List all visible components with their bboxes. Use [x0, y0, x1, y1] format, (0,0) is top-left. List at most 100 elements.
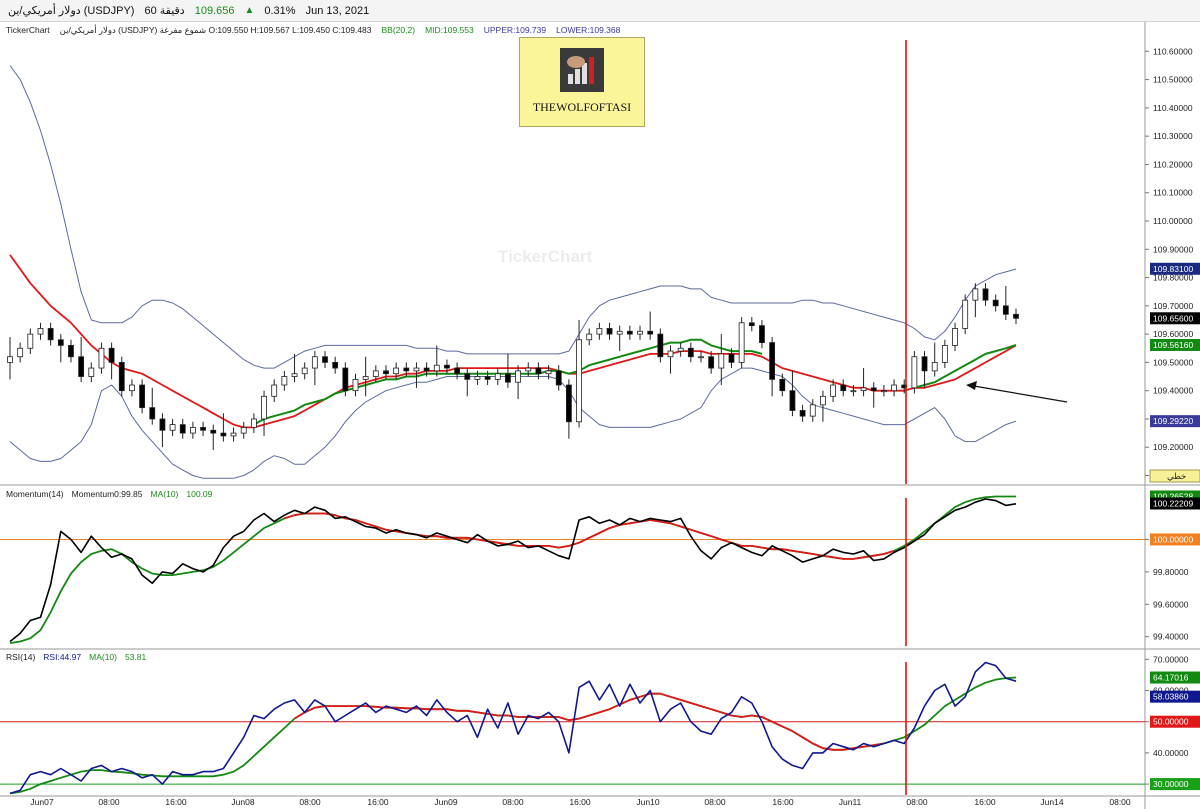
- candle-bull: [576, 339, 582, 423]
- x-tick-label: 08:00: [98, 797, 120, 807]
- y-tick-label: 110.50000: [1153, 75, 1193, 85]
- y-tick-label: 99.60000: [1153, 599, 1189, 609]
- y-tick-label: 40.00000: [1153, 748, 1189, 758]
- y-tick-label: 110.30000: [1153, 131, 1193, 141]
- y-tick-label: 109.20000: [1153, 442, 1193, 452]
- candle-bull: [850, 390, 857, 393]
- candle-bull: [7, 356, 13, 363]
- candle-bull: [230, 432, 237, 437]
- candle-bear: [728, 353, 735, 363]
- annotation-arrow: [973, 385, 1068, 403]
- candle-bull: [820, 395, 826, 406]
- candle-bear: [342, 367, 349, 392]
- price-tag-label: 58.03860: [1153, 692, 1189, 702]
- candle-bull: [301, 367, 308, 375]
- momentum-ma-value: 100.09: [186, 489, 213, 499]
- candle-bull: [372, 370, 379, 377]
- candle-bear: [210, 429, 217, 434]
- x-tick-label: Jun11: [839, 797, 862, 807]
- candle-bull: [291, 373, 298, 377]
- candle-bear: [748, 322, 755, 327]
- candle-bear: [108, 347, 115, 363]
- candle-bull: [596, 328, 603, 335]
- candle-bull: [809, 404, 816, 417]
- candle-bull: [545, 370, 552, 375]
- candle-bull: [240, 427, 247, 434]
- candle-bull: [190, 427, 196, 434]
- candle-bull: [952, 328, 958, 346]
- candle-bear: [383, 370, 389, 375]
- candle-bear: [505, 373, 511, 383]
- momentum-legend: Momentum(14) Momentum0:99.85 MA(10) 100.…: [6, 489, 212, 499]
- candle-bear: [57, 339, 64, 346]
- price-tag-label: 109.29220: [1153, 416, 1193, 426]
- candle-bull: [515, 370, 521, 383]
- candle-bull: [261, 395, 267, 420]
- annotation-arrow-head: [966, 381, 977, 390]
- momentum-ma-line: [9, 495, 1016, 644]
- y-tick-label: 110.10000: [1153, 188, 1193, 198]
- candle-bull: [891, 384, 897, 392]
- momentum-ma-red-line: [284, 512, 895, 560]
- x-tick-label: 08:00: [1109, 797, 1131, 807]
- candle-bull: [667, 350, 674, 358]
- rsi-ma-line: [9, 676, 1017, 795]
- candle-bull: [433, 364, 440, 372]
- y-tick-label: 70.00000: [1153, 654, 1189, 664]
- candle-bear: [565, 384, 572, 423]
- candle-bear: [606, 328, 613, 335]
- candle-bull: [962, 299, 969, 329]
- x-tick-label: 16:00: [165, 797, 187, 807]
- candle-bear: [657, 333, 664, 358]
- line-type-label: خطي: [1167, 471, 1186, 481]
- candle-bear: [403, 367, 410, 372]
- x-tick-label: 08:00: [502, 797, 524, 807]
- price-tag-label: 50.00000: [1153, 717, 1189, 727]
- price-tag-label: 109.65600: [1153, 313, 1193, 323]
- candle-bull: [525, 367, 532, 372]
- candle-bear: [626, 330, 633, 335]
- candle-bear: [118, 361, 125, 392]
- x-tick-label: Jun07: [30, 797, 53, 807]
- x-tick-label: 16:00: [569, 797, 591, 807]
- chart-watermark: TickerChart: [498, 247, 593, 266]
- candle-bull: [37, 328, 44, 335]
- y-tick-label: 109.70000: [1153, 301, 1193, 311]
- x-tick-label: Jun08: [231, 797, 254, 807]
- rsi-value: RSI:44.97: [43, 652, 82, 662]
- candle-bull: [972, 288, 979, 301]
- candle-bear: [992, 299, 999, 307]
- price-tag-label: 109.56160: [1153, 340, 1193, 350]
- y-tick-label: 109.90000: [1153, 244, 1193, 254]
- candle-bear: [687, 347, 694, 358]
- candle-bear: [179, 424, 186, 434]
- candle-bear: [779, 378, 786, 392]
- candle-bull: [98, 347, 105, 369]
- candle-bull: [271, 384, 278, 397]
- candle-bear: [454, 367, 461, 375]
- candle-bull: [830, 384, 836, 397]
- candle-bull: [941, 345, 948, 363]
- candle-bull: [169, 424, 176, 431]
- candle-bull: [586, 333, 593, 341]
- x-tick-label: Jun09: [434, 797, 457, 807]
- candle-bear: [921, 356, 928, 372]
- candle-bull: [931, 361, 938, 372]
- candle-bear: [444, 364, 450, 369]
- momentum-name[interactable]: Momentum(14): [6, 489, 64, 499]
- x-tick-label: 08:00: [906, 797, 928, 807]
- rsi-name[interactable]: RSI(14): [6, 652, 35, 662]
- x-tick-label: 16:00: [772, 797, 794, 807]
- candle-bull: [281, 376, 288, 386]
- momentum-value: Momentum0:99.85: [71, 489, 143, 499]
- candle-bull: [616, 330, 623, 335]
- candle-bull: [911, 356, 918, 389]
- candle-bull: [129, 384, 135, 392]
- y-tick-label: 110.60000: [1153, 46, 1193, 56]
- candle-bear: [535, 367, 542, 375]
- candle-bear: [484, 376, 491, 380]
- momentum-ma-label: MA(10): [150, 489, 179, 499]
- candle-bull: [860, 387, 867, 392]
- rsi-legend: RSI(14) RSI:44.97 MA(10) 53.81: [6, 652, 146, 662]
- candle-bull: [250, 418, 257, 428]
